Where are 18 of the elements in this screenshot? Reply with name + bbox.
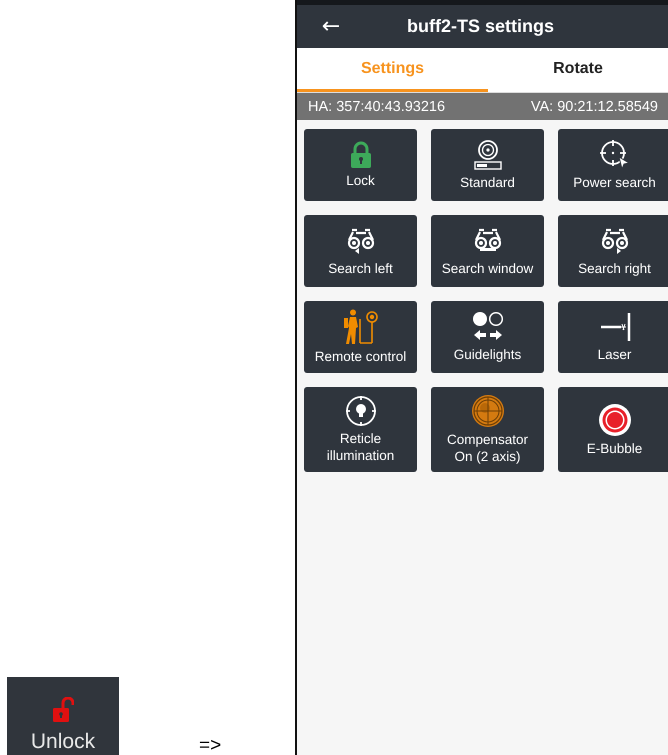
horizontal-angle: HA: 357:40:43.93216 [308, 98, 446, 114]
unlock-button[interactable]: Unlock [7, 677, 119, 755]
setting-tile[interactable]: Compensator On (2 axis) [431, 387, 544, 472]
setting-tile[interactable]: Remote control [304, 301, 417, 373]
setting-tile[interactable]: Laser [558, 301, 668, 373]
back-button[interactable]: ← [319, 14, 343, 38]
setting-tile[interactable]: Lock [304, 129, 417, 201]
vertical-angle: VA: 90:21:12.58549 [530, 98, 658, 114]
setting-tile[interactable]: Search window [431, 215, 544, 287]
setting-tile[interactable]: Standard [431, 129, 544, 201]
setting-tile[interactable]: E-Bubble [558, 387, 668, 472]
setting-tile[interactable]: Guidelights [431, 301, 544, 373]
setting-tile[interactable]: Power search [558, 129, 668, 201]
setting-tile[interactable]: Reticle illumination [304, 387, 417, 472]
screen-title: buff2-TS settings [407, 16, 554, 37]
setting-tile[interactable]: Search left [304, 215, 417, 287]
arrow-text: => [199, 737, 222, 755]
setting-tile[interactable]: Search right [558, 215, 668, 287]
